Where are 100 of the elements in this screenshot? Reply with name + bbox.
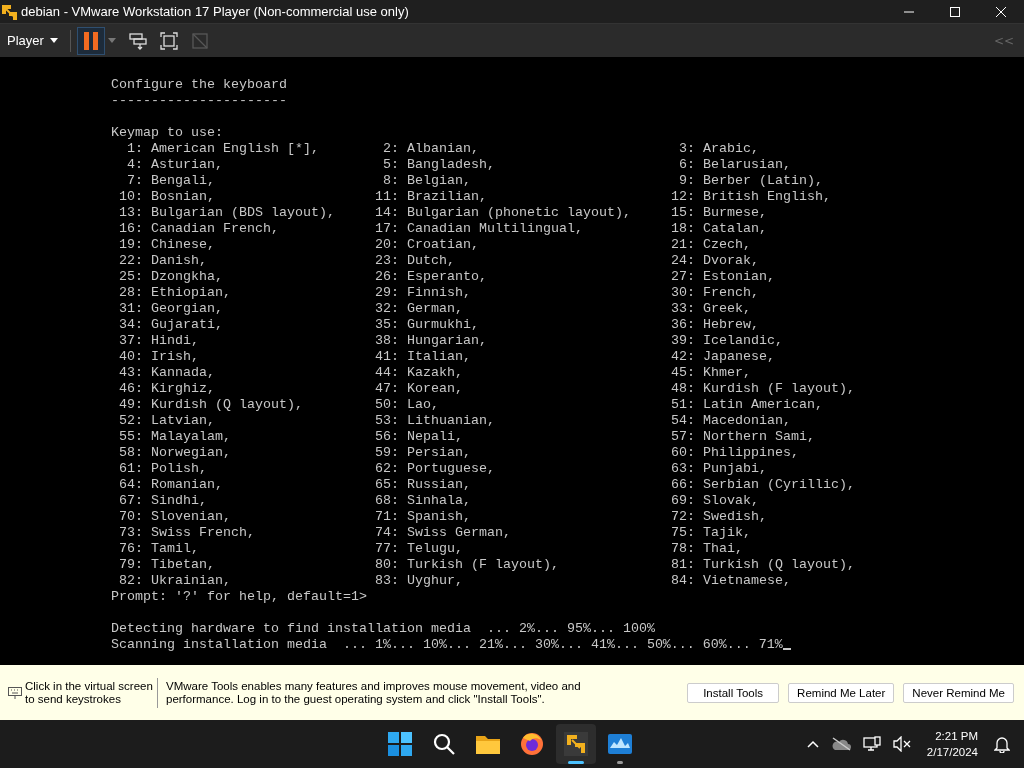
keymap-option: 46: Kirghiz,	[111, 381, 215, 396]
keymap-option: 19: Chinese,	[111, 237, 215, 252]
network-monitor-icon	[862, 736, 881, 752]
keymap-option: 78: Thai,	[663, 541, 743, 556]
notification-button[interactable]: Never Remind Me	[903, 682, 1014, 703]
keymap-option: 39: Icelandic,	[663, 333, 783, 348]
console-heading: Keymap to use:	[111, 125, 223, 140]
keymap-option: 34: Gujarati,	[111, 317, 223, 332]
keymap-option: 14: Bulgarian (phonetic layout),	[367, 205, 631, 220]
maximize-icon	[950, 6, 960, 17]
keymap-option: 69: Slovak,	[663, 493, 759, 508]
keymap-option: 33: Greek,	[663, 301, 751, 316]
keymap-option: 13: Bulgarian (BDS layout),	[111, 205, 335, 220]
keymap-option: 38: Hungarian,	[367, 333, 487, 348]
notifications-button[interactable]	[994, 735, 1010, 753]
keymap-option: 32: German,	[367, 301, 463, 316]
keymap-option: 76: Tamil,	[111, 541, 199, 556]
keymap-option: 16: Canadian French,	[111, 221, 279, 236]
keymap-option: 23: Dutch,	[367, 253, 455, 268]
keymap-option: 26: Esperanto,	[367, 269, 487, 284]
console-title: Configure the keyboard	[111, 77, 287, 92]
keymap-option: 25: Dzongkha,	[111, 269, 223, 284]
keymap-option: 84: Vietnamese,	[663, 573, 791, 588]
keymap-option: 56: Nepali,	[367, 429, 463, 444]
vm-taskbar-button[interactable]	[556, 724, 596, 764]
browser-icon	[520, 732, 544, 756]
keymap-option: 62: Portuguese,	[367, 461, 495, 476]
monitor-app-icon	[608, 734, 632, 754]
keymap-option: 80: Turkish (F layout),	[367, 557, 559, 572]
notification-button[interactable]: Remind Me Later	[788, 682, 895, 703]
cloud-tray-button[interactable]	[830, 737, 851, 751]
keymap-option: 65: Russian,	[367, 477, 471, 492]
window-title: debian - VMware Workstation 17 Player (Non-commercial use only)	[21, 4, 409, 19]
notification-button[interactable]: Install Tools	[687, 682, 780, 703]
keymap-option: 83: Uyghur,	[367, 573, 463, 588]
volume-tray-button[interactable]	[892, 736, 911, 752]
pause-button[interactable]	[76, 26, 105, 55]
keymap-option: 48: Kurdish (F layout),	[663, 381, 855, 396]
folder-icon	[476, 733, 500, 755]
keymap-option: 58: Norwegian,	[111, 445, 231, 460]
keymap-option: 12: British English,	[663, 189, 831, 204]
keymap-option: 3: Arabic,	[663, 141, 759, 156]
keymap-option: 8: Belgian,	[367, 173, 471, 188]
keyboard-send-icon	[128, 31, 147, 50]
keymap-option: 11: Brazilian,	[367, 189, 487, 204]
player-menu[interactable]: Player	[0, 26, 66, 55]
keymap-option: 57: Northern Sami,	[663, 429, 815, 444]
keymap-option: 37: Hindi,	[111, 333, 199, 348]
vmware-logo-icon	[0, 2, 18, 21]
keyboard-icon	[8, 686, 22, 699]
keymap-option: 15: Burmese,	[663, 205, 767, 220]
keymap-option: 61: Polish,	[111, 461, 207, 476]
keymap-option: 43: Kannada,	[111, 365, 215, 380]
keymap-option: 70: Slovenian,	[111, 509, 231, 524]
keymap-option: 21: Czech,	[663, 237, 751, 252]
keymap-option: 81: Turkish (Q layout),	[663, 557, 855, 572]
keymap-option: 24: Dvorak,	[663, 253, 759, 268]
keymap-option: 54: Macedonian,	[663, 413, 791, 428]
unity-icon	[190, 31, 209, 50]
chevron-up-icon	[806, 740, 819, 748]
speaker-muted-icon	[892, 736, 911, 752]
text-cursor	[782, 648, 791, 650]
network-tray-button[interactable]	[862, 736, 881, 752]
keymap-option: 68: Sinhala,	[367, 493, 471, 508]
console-underline: ----------------------	[111, 93, 287, 108]
keymap-option: 2: Albanian,	[367, 141, 479, 156]
keymap-option: 50: Lao,	[367, 397, 439, 412]
keymap-option: 42: Japanese,	[663, 349, 775, 364]
caret-icon	[49, 38, 58, 43]
keymap-option: 52: Latvian,	[111, 413, 215, 428]
keymap-option: 10: Bosnian,	[111, 189, 215, 204]
pause-icon	[82, 30, 99, 51]
keymap-option: 47: Korean,	[367, 381, 463, 396]
console-prompt: Prompt: '?' for help, default=1>	[111, 589, 367, 604]
keymap-option: 36: Hebrew,	[663, 317, 759, 332]
keymap-option: 49: Kurdish (Q layout),	[111, 397, 303, 412]
keymap-option: 4: Asturian,	[111, 157, 223, 172]
keymap-option: 73: Swiss French,	[111, 525, 255, 540]
keymap-option: 59: Persian,	[367, 445, 471, 460]
keymap-option: 67: Sindhi,	[111, 493, 207, 508]
console-progress-line: Scanning installation media ... 1%... 10%... 21%... 30%... 41%... 50%... 60%... 71%	[111, 637, 783, 652]
tray-chevron-button[interactable]	[806, 740, 819, 748]
keymap-option: 40: Irish,	[111, 349, 199, 364]
keymap-option: 17: Canadian Multilingual,	[367, 221, 583, 236]
keymap-option: 45: Khmer,	[663, 365, 751, 380]
windows-start-icon	[388, 732, 412, 756]
tools-message: VMware Tools enables many features and improves mouse movement, video and performance. Log in to the guest operating system and click "Install Tools".	[166, 679, 582, 706]
keymap-option: 41: Italian,	[367, 349, 471, 364]
search-icon	[433, 733, 455, 755]
keymap-option: 64: Romanian,	[111, 477, 223, 492]
keymap-option: 71: Spanish,	[367, 509, 471, 524]
clock[interactable]: 2:21 PM 2/17/2024	[926, 728, 978, 760]
keymap-option: 28: Ethiopian,	[111, 285, 231, 300]
keymap-option: 60: Philippines,	[663, 445, 799, 460]
keymap-option: 63: Punjabi,	[663, 461, 767, 476]
keymap-option: 77: Telugu,	[367, 541, 463, 556]
keymap-option: 74: Swiss German,	[367, 525, 511, 540]
cloud-off-icon	[830, 737, 851, 751]
keymap-option: 44: Kazakh,	[367, 365, 463, 380]
keymap-option: 82: Ukrainian,	[111, 573, 231, 588]
